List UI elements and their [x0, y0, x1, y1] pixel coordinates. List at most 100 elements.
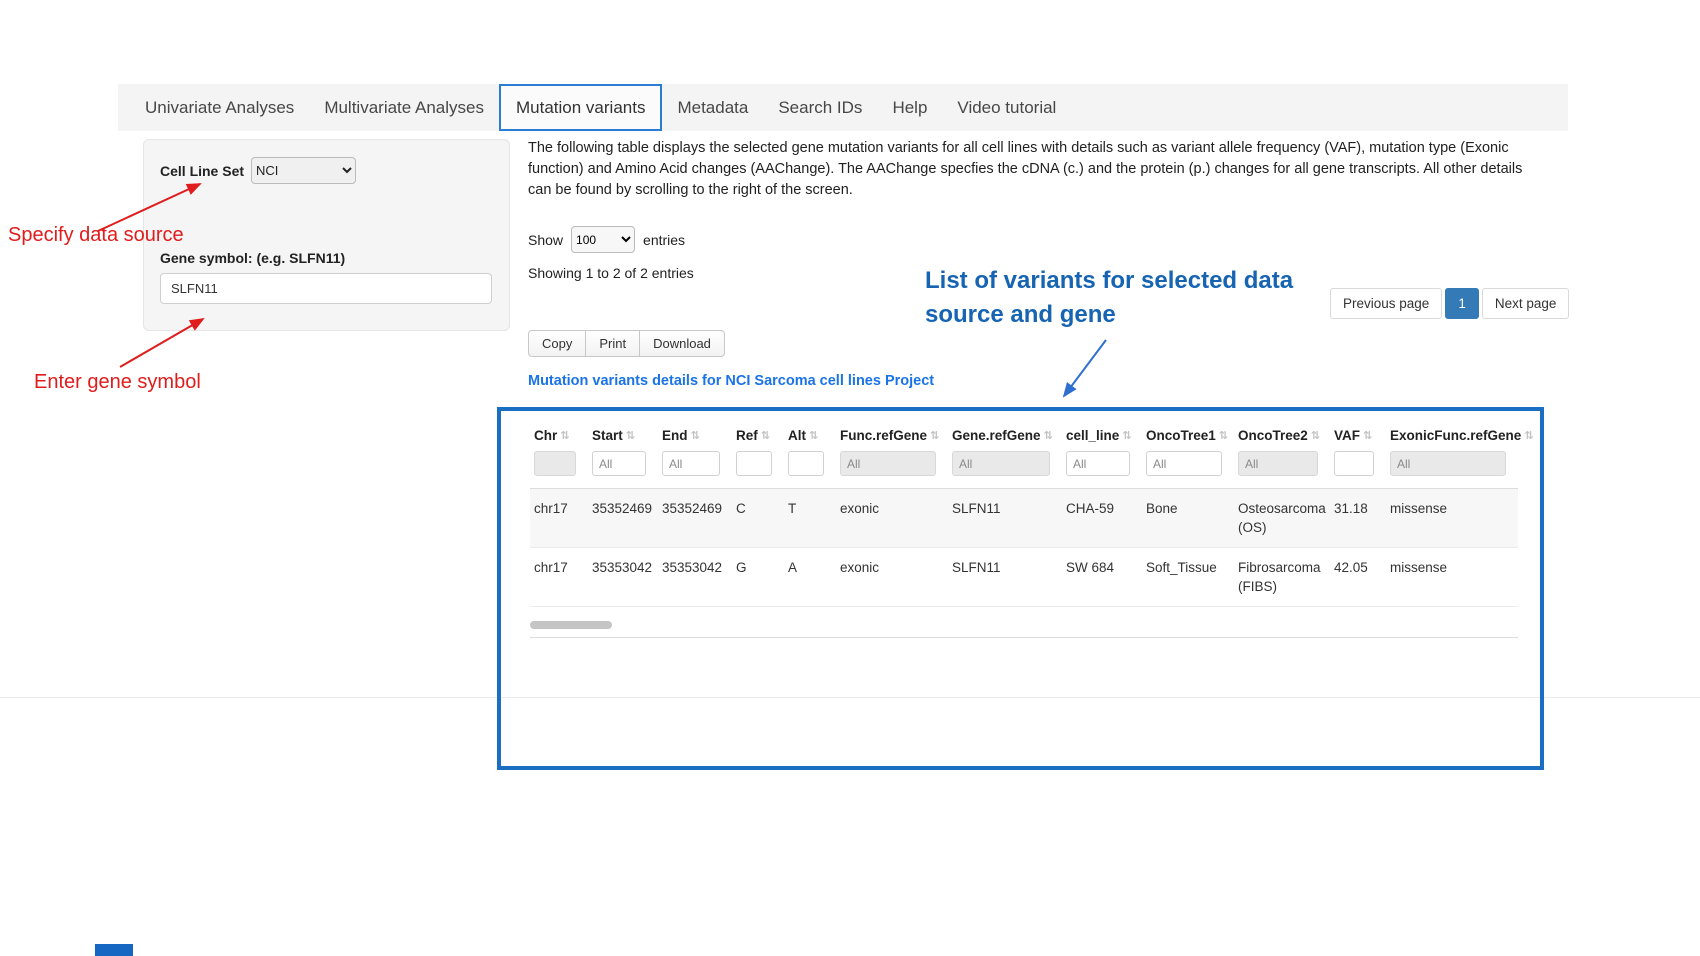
next-page-button[interactable]: Next page [1482, 288, 1570, 319]
column-header-label: Start [592, 428, 623, 443]
gene-symbol-input[interactable] [160, 273, 492, 304]
cell-chr: chr17 [530, 547, 588, 606]
entries-label: entries [643, 232, 685, 248]
scrollbar-thumb[interactable] [530, 621, 612, 629]
filter-oncotree2[interactable] [1238, 451, 1318, 476]
variants-table: Chr⇅ Start⇅ End⇅ Ref⇅ Alt⇅ Func.refGene⇅… [530, 418, 1518, 607]
tab-multivariate-analyses[interactable]: Multivariate Analyses [309, 84, 499, 131]
sort-icon[interactable]: ⇅ [1311, 429, 1320, 442]
horizontal-scrollbar[interactable] [530, 621, 1518, 631]
filter-cell-line[interactable] [1066, 451, 1130, 476]
filter-ref[interactable] [736, 451, 772, 476]
cell-line-set-select[interactable]: NCI [251, 157, 356, 184]
column-header-label: End [662, 428, 688, 443]
column-header-ref[interactable]: Ref⇅ [732, 418, 784, 449]
cell-func-refgene: exonic [836, 547, 948, 606]
pagination: Previous page 1 Next page [1330, 288, 1569, 319]
show-label: Show [528, 232, 563, 248]
column-header-label: OncoTree2 [1238, 428, 1308, 443]
tab-univariate-analyses[interactable]: Univariate Analyses [130, 84, 309, 131]
cell-end: 35352469 [658, 489, 732, 548]
header-row: Chr⇅ Start⇅ End⇅ Ref⇅ Alt⇅ Func.refGene⇅… [530, 418, 1518, 449]
arrow-variants-note [1064, 340, 1106, 396]
filter-alt[interactable] [788, 451, 824, 476]
sort-icon[interactable]: ⇅ [560, 429, 569, 442]
cell-oncotree2: Osteosarcoma (OS) [1234, 489, 1330, 548]
column-header-label: OncoTree1 [1146, 428, 1216, 443]
cell-end: 35353042 [658, 547, 732, 606]
sort-icon[interactable]: ⇅ [626, 429, 635, 442]
cell-gene-refgene: SLFN11 [948, 489, 1062, 548]
cell-start: 35352469 [588, 489, 658, 548]
sort-icon[interactable]: ⇅ [930, 429, 939, 442]
previous-page-button[interactable]: Previous page [1330, 288, 1442, 319]
bottom-blue-artifact [95, 944, 133, 956]
sort-icon[interactable]: ⇅ [1363, 429, 1372, 442]
column-header-label: ExonicFunc.refGene [1390, 428, 1521, 443]
table-description: The following table displays the selecte… [528, 138, 1526, 201]
download-button[interactable]: Download [639, 330, 725, 357]
sort-icon[interactable]: ⇅ [1044, 429, 1053, 442]
cell-gene-refgene: SLFN11 [948, 547, 1062, 606]
column-header-end[interactable]: End⇅ [658, 418, 732, 449]
sort-icon[interactable]: ⇅ [1219, 429, 1228, 442]
gene-symbol-label: Gene symbol: (e.g. SLFN11) [160, 250, 345, 266]
current-page-button[interactable]: 1 [1445, 288, 1479, 319]
export-buttons: Copy Print Download [528, 330, 724, 357]
sort-icon[interactable]: ⇅ [809, 429, 818, 442]
tab-help[interactable]: Help [877, 84, 942, 131]
sort-icon[interactable]: ⇅ [691, 429, 700, 442]
cell-func-refgene: exonic [836, 489, 948, 548]
entries-select[interactable]: 100 [571, 226, 635, 253]
column-header-chr[interactable]: Chr⇅ [530, 418, 588, 449]
tab-mutation-variants[interactable]: Mutation variants [499, 84, 662, 131]
cell-line-set-label: Cell Line Set [160, 163, 244, 179]
column-header-label: Alt [788, 428, 806, 443]
sort-icon[interactable]: ⇅ [1524, 429, 1533, 442]
cell-oncotree1: Soft_Tissue [1142, 547, 1234, 606]
cell-ref: C [732, 489, 784, 548]
annotation-specify-data-source: Specify data source [8, 224, 184, 247]
cell-vaf: 31.18 [1330, 489, 1386, 548]
copy-button[interactable]: Copy [528, 330, 586, 357]
column-header-gene-refgene[interactable]: Gene.refGene⇅ [948, 418, 1062, 449]
tab-video-tutorial[interactable]: Video tutorial [942, 84, 1071, 131]
column-header-label: Ref [736, 428, 758, 443]
tab-search-ids[interactable]: Search IDs [763, 84, 877, 131]
cell-chr: chr17 [530, 489, 588, 548]
filter-gene-refgene[interactable] [952, 451, 1050, 476]
filter-exonicfunc-refgene[interactable] [1390, 451, 1506, 476]
column-header-label: Gene.refGene [952, 428, 1041, 443]
cell-exonicfunc-refgene: missense [1386, 489, 1518, 548]
column-header-cell-line[interactable]: cell_line⇅ [1062, 418, 1142, 449]
column-header-oncotree2[interactable]: OncoTree2⇅ [1234, 418, 1330, 449]
cell-oncotree2: Fibrosarcoma (FIBS) [1234, 547, 1330, 606]
column-header-start[interactable]: Start⇅ [588, 418, 658, 449]
column-header-alt[interactable]: Alt⇅ [784, 418, 836, 449]
table-caption: Mutation variants details for NCI Sarcom… [528, 373, 934, 389]
sort-icon[interactable]: ⇅ [761, 429, 770, 442]
print-button[interactable]: Print [585, 330, 640, 357]
input-panel: Cell Line Set NCI Gene symbol: (e.g. SLF… [143, 139, 510, 331]
cell-cell-line: SW 684 [1062, 547, 1142, 606]
filter-vaf[interactable] [1334, 451, 1374, 476]
showing-info: Showing 1 to 2 of 2 entries [528, 265, 694, 281]
filter-func-refgene[interactable] [840, 451, 936, 476]
filter-chr[interactable] [534, 451, 576, 476]
filter-start[interactable] [592, 451, 646, 476]
cell-ref: G [732, 547, 784, 606]
column-header-label: Func.refGene [840, 428, 927, 443]
cell-exonicfunc-refgene: missense [1386, 547, 1518, 606]
column-header-func-refgene[interactable]: Func.refGene⇅ [836, 418, 948, 449]
annotation-variants-note-line1: List of variants for selected data [925, 264, 1293, 298]
column-header-vaf[interactable]: VAF⇅ [1330, 418, 1386, 449]
filter-end[interactable] [662, 451, 720, 476]
cell-alt: T [784, 489, 836, 548]
filter-oncotree1[interactable] [1146, 451, 1222, 476]
sort-icon[interactable]: ⇅ [1122, 429, 1131, 442]
cell-vaf: 42.05 [1330, 547, 1386, 606]
annotation-variants-note-line2: source and gene [925, 298, 1293, 332]
column-header-oncotree1[interactable]: OncoTree1⇅ [1142, 418, 1234, 449]
tab-metadata[interactable]: Metadata [662, 84, 763, 131]
column-header-exonicfunc-refgene[interactable]: ExonicFunc.refGene⇅ [1386, 418, 1518, 449]
